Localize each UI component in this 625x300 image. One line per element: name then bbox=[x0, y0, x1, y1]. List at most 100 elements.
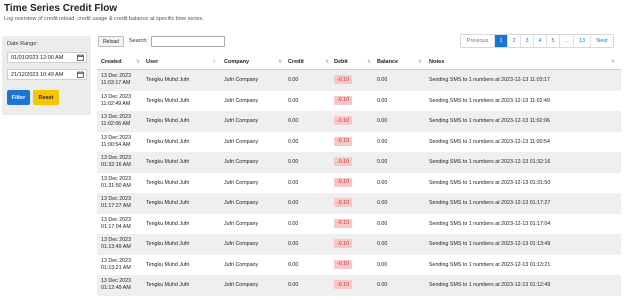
column-header-company[interactable]: Company bbox=[224, 59, 249, 65]
table-row: 13 Dec 2023 01:32:16 AM Tengku Muhd Jufri J… bbox=[97, 152, 621, 173]
filter-panel: Date Range: 01/01/2023 12:00 AM 21/12/20… bbox=[2, 36, 91, 115]
company-cell: Jufri Company bbox=[224, 97, 259, 104]
created-time: 01:32:16 AM bbox=[101, 162, 131, 168]
created-time: 11:02:06 AM bbox=[101, 121, 131, 127]
table-row: 13 Dec 2023 01:13:49 AM Tengku Muhd Jufri J… bbox=[97, 234, 621, 255]
notes-cell: Sending SMS to 1 numbers at 2023-12-13 0… bbox=[429, 220, 551, 227]
balance-cell: 0.00 bbox=[377, 241, 388, 247]
debit-badge: -0.10 bbox=[334, 259, 353, 269]
company-cell: Jufri Company bbox=[224, 261, 259, 268]
user-cell: Tengku Muhd Jufri bbox=[146, 138, 190, 145]
reset-button[interactable]: Reset bbox=[33, 90, 59, 105]
balance-cell: 0.00 bbox=[377, 282, 388, 288]
reload-button[interactable]: Reload bbox=[98, 36, 124, 47]
balance-cell: 0.00 bbox=[377, 97, 388, 104]
created-cell: 13 Dec 2023 01:31:50 AM bbox=[101, 176, 131, 190]
calendar-icon[interactable] bbox=[77, 54, 84, 61]
credit-cell: 0.00 bbox=[288, 159, 299, 165]
column-header-notes[interactable]: Notes bbox=[429, 59, 444, 65]
user-cell: Tengku Muhd Jufri bbox=[146, 159, 190, 165]
balance-cell: 0.00 bbox=[377, 138, 388, 145]
credit-cell: 0.00 bbox=[288, 282, 299, 288]
notes-cell: Sending SMS to 1 numbers at 2023-12-13 1… bbox=[429, 97, 550, 104]
created-date: 13 Dec 2023 bbox=[101, 155, 132, 161]
sort-desc-icon[interactable]: ⇂ bbox=[212, 59, 216, 65]
sort-icon[interactable]: ⇅ bbox=[136, 59, 140, 65]
balance-cell: 0.00 bbox=[377, 179, 388, 186]
sort-icon[interactable]: ⇅ bbox=[418, 59, 422, 65]
user-cell: Tengku Muhd Jufri bbox=[146, 77, 190, 83]
table-body: 13 Dec 2023 11:03:17 AM Tengku Muhd Jufri J… bbox=[97, 70, 621, 296]
balance-cell: 0.00 bbox=[377, 77, 388, 83]
user-cell: Tengku Muhd Jufri bbox=[146, 220, 190, 227]
created-date: 13 Dec 2023 bbox=[101, 114, 132, 120]
pagination-page[interactable]: 3 bbox=[521, 35, 534, 47]
pagination-page[interactable]: 5 bbox=[547, 35, 560, 47]
company-cell: Jufri Company bbox=[224, 282, 259, 288]
table-row: 13 Dec 2023 01:13:21 AM Tengku Muhd Jufri J… bbox=[97, 255, 621, 276]
credit-cell: 0.00 bbox=[288, 200, 299, 206]
sort-icon[interactable]: ⇅ bbox=[278, 59, 282, 65]
created-time: 01:13:21 AM bbox=[101, 264, 131, 271]
sort-icon[interactable]: ⇅ bbox=[325, 59, 329, 65]
balance-cell: 0.00 bbox=[377, 200, 388, 206]
date-to-input[interactable]: 21/12/2023 10:49 AM bbox=[7, 69, 87, 80]
balance-cell: 0.00 bbox=[377, 220, 388, 227]
filter-button[interactable]: Filter bbox=[7, 90, 30, 105]
notes-cell: Sending SMS to 1 numbers at 2023-12-13 0… bbox=[429, 241, 551, 247]
created-cell: 13 Dec 2023 11:00:54 AM bbox=[101, 135, 131, 149]
pagination-page[interactable]: 2 bbox=[508, 35, 521, 47]
column-header-debit[interactable]: Debit bbox=[334, 59, 348, 65]
created-date: 13 Dec 2023 bbox=[101, 196, 132, 202]
debit-badge: -0.10 bbox=[334, 116, 353, 125]
table-row: 13 Dec 2023 11:03:17 AM Tengku Muhd Jufri J… bbox=[97, 70, 621, 91]
date-from-input[interactable]: 01/01/2023 12:00 AM bbox=[7, 52, 87, 63]
column-header-credit[interactable]: Credit bbox=[288, 59, 304, 65]
search-label: Search: bbox=[129, 38, 148, 44]
company-cell: Jufri Company bbox=[224, 200, 259, 206]
table-row: 13 Dec 2023 11:02:49 AM Tengku Muhd Jufri J… bbox=[97, 91, 621, 112]
search-input[interactable] bbox=[151, 36, 225, 47]
credit-cell: 0.00 bbox=[288, 179, 299, 186]
company-cell: Jufri Company bbox=[224, 159, 259, 165]
date-to-value: 21/12/2023 10:49 AM bbox=[11, 71, 64, 78]
column-header-balance[interactable]: Balance bbox=[377, 59, 398, 65]
column-header-created[interactable]: Created bbox=[101, 59, 121, 65]
sort-icon[interactable]: ⇅ bbox=[367, 59, 371, 65]
pagination-page[interactable]: 13 bbox=[574, 35, 591, 47]
company-cell: Jufri Company bbox=[224, 118, 259, 124]
pagination-page[interactable]: 4 bbox=[534, 35, 547, 47]
created-cell: 13 Dec 2023 01:13:49 AM bbox=[101, 237, 131, 251]
credit-cell: 0.00 bbox=[288, 118, 299, 124]
created-cell: 13 Dec 2023 11:02:06 AM bbox=[101, 114, 131, 128]
created-time: 01:13:49 AM bbox=[101, 244, 131, 250]
table-row: 13 Dec 2023 11:02:06 AM Tengku Muhd Jufri J… bbox=[97, 111, 621, 132]
debit-badge: -0.10 bbox=[334, 280, 353, 289]
debit-badge: -0.10 bbox=[334, 218, 353, 228]
table-row: 13 Dec 2023 01:12:49 AM Tengku Muhd Jufri J… bbox=[97, 275, 621, 296]
column-header-user[interactable]: User bbox=[146, 59, 158, 65]
table-row: 13 Dec 2023 01:31:50 AM Tengku Muhd Jufri J… bbox=[97, 173, 621, 194]
pagination-page[interactable]: 1 bbox=[495, 35, 508, 47]
created-date: 13 Dec 2023 bbox=[101, 175, 132, 182]
calendar-icon[interactable] bbox=[77, 71, 84, 78]
debit-badge: -0.10 bbox=[334, 157, 353, 166]
page-subtitle: Log overview of credit reload, credit us… bbox=[4, 16, 204, 22]
balance-cell: 0.00 bbox=[377, 159, 388, 165]
sort-icon[interactable]: ⇅ bbox=[611, 59, 615, 65]
table-row: 13 Dec 2023 11:00:54 AM Tengku Muhd Jufri J… bbox=[97, 132, 621, 153]
notes-cell: Sending SMS to 1 numbers at 2023-12-13 1… bbox=[429, 138, 550, 145]
company-cell: Jufri Company bbox=[224, 138, 259, 145]
user-cell: Tengku Muhd Jufri bbox=[146, 200, 190, 206]
pagination-next[interactable]: Next bbox=[591, 35, 613, 47]
date-from-value: 01/01/2023 12:00 AM bbox=[11, 54, 64, 61]
created-cell: 13 Dec 2023 01:17:27 AM bbox=[101, 196, 131, 210]
notes-cell: Sending SMS to 1 numbers at 2023-12-13 0… bbox=[429, 261, 551, 268]
debit-badge: -0.10 bbox=[334, 177, 353, 187]
table-row: 13 Dec 2023 01:17:04 AM Tengku Muhd Jufri J… bbox=[97, 214, 621, 235]
pagination-previous[interactable]: Previous bbox=[461, 35, 495, 47]
created-time: 01:12:49 AM bbox=[101, 285, 131, 291]
created-time: 11:02:49 AM bbox=[101, 100, 131, 107]
user-cell: Tengku Muhd Jufri bbox=[146, 97, 190, 104]
user-cell: Tengku Muhd Jufri bbox=[146, 179, 190, 186]
